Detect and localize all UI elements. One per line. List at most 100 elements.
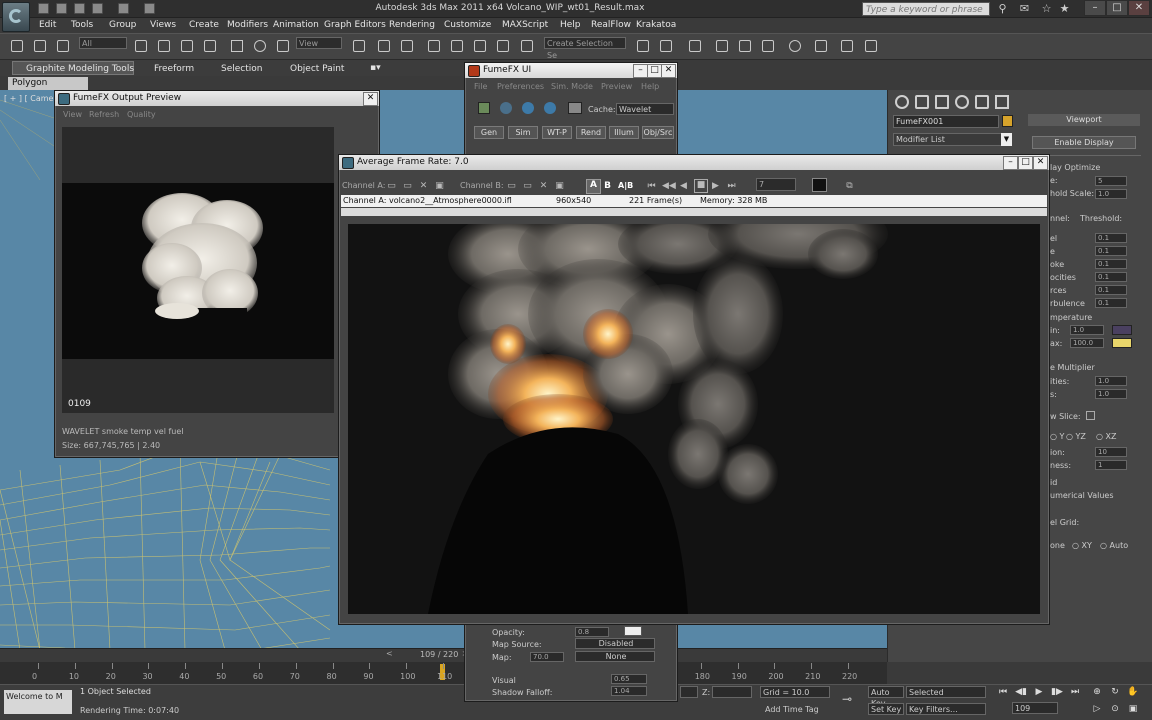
axis-option-yz[interactable]: ○ YZ: [1066, 432, 1086, 441]
create-tab-icon[interactable]: [893, 94, 909, 109]
time-slider-label[interactable]: 109 / 220: [420, 650, 458, 659]
object-color-swatch[interactable]: [1002, 115, 1013, 127]
angle-snap-icon[interactable]: [448, 37, 466, 55]
search-input[interactable]: Type a keyword or phrase: [862, 2, 990, 16]
menu-views[interactable]: Views: [150, 20, 176, 30]
lock-selection-icon[interactable]: [680, 686, 698, 698]
cache-dropdown[interactable]: Wavelet: [616, 103, 674, 115]
named-selection-dropdown[interactable]: Create Selection Se: [544, 37, 626, 60]
opacity-curve-icon[interactable]: [624, 626, 642, 636]
mult-input[interactable]: 1.0: [1095, 376, 1127, 386]
open-file-icon[interactable]: [56, 3, 67, 14]
opacity-input[interactable]: 0.8: [575, 627, 609, 637]
menu-rendering[interactable]: Rendering: [389, 20, 435, 30]
fumefx-cache-icon[interactable]: [568, 102, 582, 114]
go-to-end-icon[interactable]: ⏭: [1068, 686, 1082, 698]
set-key-button[interactable]: Set Key: [868, 703, 904, 715]
favorites-icon[interactable]: ★: [1058, 2, 1071, 15]
reference-coordinate-dropdown[interactable]: View: [296, 37, 342, 49]
enable-display-button[interactable]: Enable Display: [1032, 136, 1136, 149]
utilities-tab-icon[interactable]: [993, 94, 1009, 109]
walk-through-icon[interactable]: ⊙: [1108, 703, 1122, 715]
display-tab-icon[interactable]: [973, 94, 989, 109]
bind-spacewarp-icon[interactable]: [54, 37, 72, 55]
menu-tools[interactable]: Tools: [71, 20, 93, 30]
region-select-icon[interactable]: [178, 37, 196, 55]
snaps-toggle-icon[interactable]: [425, 37, 443, 55]
rewind-icon[interactable]: ⏮: [646, 181, 657, 191]
cp-field-input[interactable]: 5: [1095, 176, 1127, 186]
modify-tab-icon[interactable]: [913, 94, 929, 109]
pan-icon[interactable]: ✋: [1126, 686, 1140, 698]
render-production-icon[interactable]: [862, 37, 880, 55]
temp-max-input[interactable]: 100.0: [1070, 338, 1104, 348]
play-forward-icon[interactable]: ▶: [710, 181, 721, 191]
axis-option-xz[interactable]: ○ XZ: [1096, 432, 1117, 441]
percent-snap-icon[interactable]: [471, 37, 489, 55]
select-manipulate-icon[interactable]: [375, 37, 393, 55]
cp-field-input[interactable]: 1.0: [1095, 189, 1127, 199]
temp-min-color-swatch[interactable]: [1112, 325, 1132, 335]
map-source-dropdown[interactable]: Disabled: [575, 638, 655, 649]
visual-input[interactable]: 0.65: [611, 674, 647, 684]
stop-icon[interactable]: ■: [694, 179, 708, 193]
key-filters-button[interactable]: Key Filters...: [906, 703, 986, 715]
channel-a-clear-icon[interactable]: ✕: [418, 181, 429, 191]
modifier-list-arrow-icon[interactable]: ▼: [1001, 133, 1012, 146]
previous-key-icon[interactable]: ◀▮: [1014, 686, 1028, 698]
frame-minimize-button[interactable]: –: [1003, 156, 1018, 170]
background-color-swatch[interactable]: [812, 178, 827, 192]
preview-menu-refresh[interactable]: Refresh: [89, 110, 119, 119]
key-mode-dropdown[interactable]: Selected: [906, 686, 986, 698]
menu-graph-editors[interactable]: Graph Editors: [324, 20, 386, 30]
show-channel-b-button[interactable]: B: [602, 181, 613, 191]
temp-min-input[interactable]: 1.0: [1070, 325, 1104, 335]
fumefx-menu-preferences[interactable]: Preferences: [497, 82, 544, 91]
threshold-row-input[interactable]: 0.1: [1095, 246, 1127, 256]
frame-maximize-button[interactable]: □: [1018, 156, 1033, 170]
fumefx-close-button[interactable]: ✕: [661, 64, 676, 78]
fumefx-wavelet-icon[interactable]: [522, 102, 534, 114]
maximize-viewport-icon[interactable]: ▣: [1126, 703, 1140, 715]
fumefx-tab-rend[interactable]: Rend: [576, 126, 606, 139]
frame-buffer-titlebar[interactable]: Average Frame Rate: 7.0: [339, 155, 1049, 170]
fumefx-maximize-button[interactable]: □: [647, 64, 662, 78]
new-file-icon[interactable]: [38, 3, 49, 14]
channel-a-info-icon[interactable]: ▣: [434, 181, 445, 191]
undo-icon[interactable]: [92, 3, 103, 14]
slice-checkbox[interactable]: [1086, 411, 1095, 420]
keyboard-shortcut-icon[interactable]: [398, 37, 416, 55]
undo-tool-icon[interactable]: [8, 37, 26, 55]
redo-icon[interactable]: [118, 3, 129, 14]
mult-input[interactable]: 1.0: [1095, 389, 1127, 399]
maximize-button[interactable]: □: [1106, 0, 1128, 16]
pivot-center-icon[interactable]: [350, 37, 368, 55]
clone-window-icon[interactable]: ⧉: [844, 181, 855, 191]
search-icon[interactable]: ⚲: [996, 2, 1009, 15]
fov-icon[interactable]: ▷: [1090, 703, 1104, 715]
channel-b-open-icon[interactable]: ▭: [506, 181, 517, 191]
threshold-row-input[interactable]: 0.1: [1095, 298, 1127, 308]
ribbon-subtab-polygon-modeling[interactable]: Polygon Modeling: [8, 77, 88, 101]
menu-modifiers[interactable]: Modifiers: [227, 20, 268, 30]
vel-grid-none-option[interactable]: one: [1050, 541, 1065, 550]
slice-row-input[interactable]: 10: [1095, 447, 1127, 457]
auto-key-button[interactable]: Auto Key: [868, 686, 904, 708]
rotate-icon[interactable]: [251, 37, 269, 55]
frame-close-button[interactable]: ✕: [1033, 156, 1048, 170]
menu-animation[interactable]: Animation: [273, 20, 319, 30]
shadow-falloff-input[interactable]: 1.04: [611, 686, 647, 696]
ribbon-tab-object-paint[interactable]: Object Paint: [290, 64, 344, 74]
object-name-field[interactable]: FumeFX001: [893, 115, 999, 128]
ribbon-tab-freeform[interactable]: Freeform: [154, 64, 194, 74]
slice-row-input[interactable]: 1: [1095, 460, 1127, 470]
fumefx-continue-icon[interactable]: [500, 102, 512, 114]
ribbon-tab-graphite[interactable]: Graphite Modeling Tools: [26, 64, 134, 74]
vel-grid-auto-option[interactable]: ○ Auto: [1100, 541, 1128, 550]
viewport-label[interactable]: [ + ] [ Camera: [4, 94, 62, 103]
menu-customize[interactable]: Customize: [444, 20, 491, 30]
play-back-icon[interactable]: ◀: [678, 181, 689, 191]
menu-realflow[interactable]: RealFlow: [591, 20, 631, 30]
fumefx-menu-file[interactable]: File: [474, 82, 487, 91]
hierarchy-tab-icon[interactable]: [933, 94, 949, 109]
